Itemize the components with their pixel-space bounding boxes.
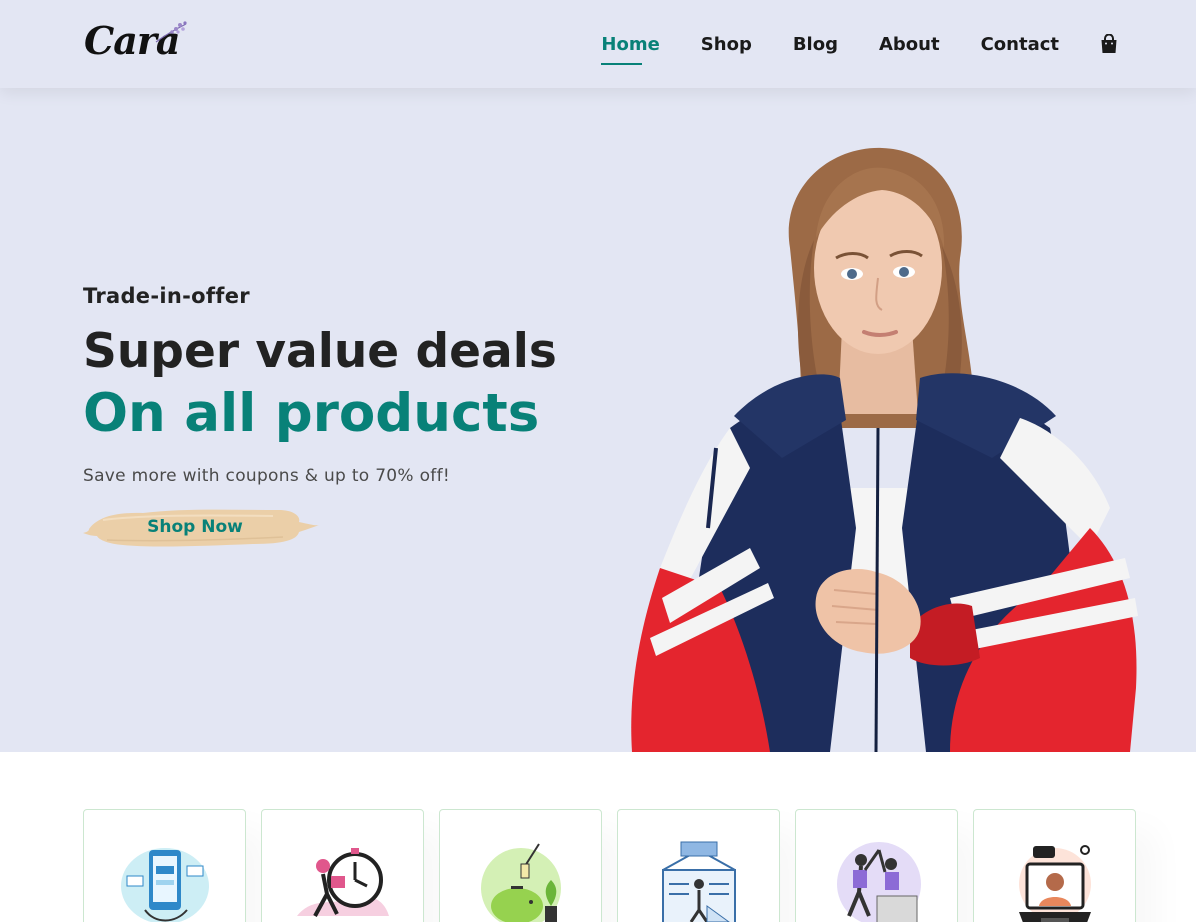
nav-shop-link[interactable]: Shop [701,30,752,59]
hero-banner: Trade-in-offer Super value deals On all … [0,88,1196,752]
online-support-illustration-icon [1019,845,1091,922]
nav-blog-link[interactable]: Blog [793,30,838,59]
hero-subtitle: Save more with coupons & up to 70% off! [83,466,450,486]
savings-piggy-bank-illustration-icon [481,843,561,922]
hero-title: Super value deals [83,324,557,379]
shop-now-label: Shop Now [147,517,243,537]
features-section [0,752,1196,922]
nav-home-link[interactable]: Home [601,30,660,65]
feature-card-3[interactable] [439,809,602,922]
feature-card-2[interactable] [261,809,424,922]
fast-delivery-illustration-icon [297,848,389,917]
main-nav: Home Shop Blog About Contact [560,0,1118,88]
feature-card-5[interactable] [795,809,958,922]
happy-sell-illustration-icon [837,842,921,922]
feature-card-4[interactable] [617,809,780,922]
hero-kicker: Trade-in-offer [83,284,250,308]
nav-contact-link[interactable]: Contact [981,30,1059,59]
shop-now-button[interactable]: Shop Now [83,504,323,550]
hero-title-accent: On all products [83,383,540,444]
lavender-sprig-icon [155,21,187,43]
site-header: Cara Home Shop Blog About Contact [0,0,1196,88]
feature-card-1[interactable] [83,809,246,922]
model-in-track-jacket-image [631,147,1138,752]
mobile-payment-illustration-icon [121,848,209,922]
nav-about-link[interactable]: About [879,30,940,59]
feature-card-6[interactable] [973,809,1136,922]
shopping-bag-icon[interactable] [1100,34,1118,54]
promotions-illustration-icon [662,841,736,922]
hero-text-block: Trade-in-offer Super value deals On all … [83,284,557,547]
brand-logo[interactable]: Cara [84,18,188,68]
